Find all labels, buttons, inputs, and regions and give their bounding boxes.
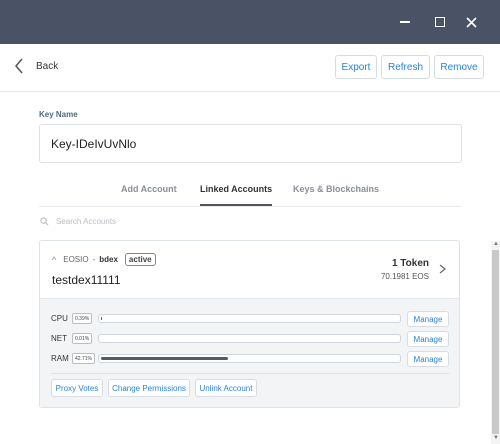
manage-ram-button[interactable]: Manage bbox=[407, 351, 449, 367]
divider bbox=[51, 373, 449, 374]
change-permissions-button[interactable]: Change Permissions bbox=[108, 379, 190, 397]
window-titlebar bbox=[0, 0, 500, 44]
tab-add-account[interactable]: Add Account bbox=[121, 184, 177, 194]
chevron-left-icon bbox=[15, 58, 23, 74]
remove-button[interactable]: Remove bbox=[434, 55, 484, 79]
resource-percent: 0.39% bbox=[72, 313, 93, 324]
resource-fill bbox=[101, 357, 228, 360]
status-badge: active bbox=[124, 253, 156, 266]
account-header[interactable]: ^ EOSIO - bdex active testdex11111 1 Tok… bbox=[40, 241, 459, 298]
resource-bar bbox=[98, 314, 401, 323]
tab-keys-blockchains[interactable]: Keys & Blockchains bbox=[293, 184, 379, 194]
token-count: 1 Token bbox=[391, 258, 429, 269]
linked-account-card: ^ EOSIO - bdex active testdex11111 1 Tok… bbox=[39, 240, 460, 408]
search-input[interactable]: Search Accounts bbox=[40, 217, 116, 226]
minimize-icon[interactable] bbox=[395, 12, 415, 32]
refresh-button[interactable]: Refresh bbox=[381, 55, 430, 79]
resource-row-ram: RAM 42.71% Manage bbox=[51, 351, 451, 367]
blockchain-name: EOSIO bbox=[63, 255, 89, 264]
toolbar: Back Export Refresh Remove bbox=[0, 44, 500, 92]
resource-percent: 0.01% bbox=[72, 333, 93, 344]
back-button[interactable]: Back bbox=[14, 58, 58, 74]
proxy-votes-button[interactable]: Proxy Votes bbox=[51, 379, 103, 397]
scrollbar[interactable]: ▲ ▼ bbox=[491, 241, 500, 444]
account-balance: 70.1981 EOS bbox=[380, 272, 429, 281]
resource-row-cpu: CPU 0.39% Manage bbox=[51, 311, 451, 327]
maximize-icon[interactable] bbox=[430, 12, 450, 32]
scrollbar-thumb[interactable] bbox=[492, 250, 499, 434]
manage-cpu-button[interactable]: Manage bbox=[407, 311, 449, 327]
account-name: testdex11111 bbox=[52, 273, 121, 287]
export-button[interactable]: Export bbox=[335, 55, 377, 79]
manage-net-button[interactable]: Manage bbox=[407, 331, 449, 347]
resource-label: CPU bbox=[51, 314, 68, 323]
resource-label: RAM bbox=[51, 354, 69, 363]
account-chain-info: ^ EOSIO - bdex active bbox=[52, 253, 156, 266]
key-name-label: Key Name bbox=[39, 110, 78, 119]
resource-row-net: NET 0.01% Manage bbox=[51, 331, 451, 347]
chain-separator: - bbox=[92, 255, 96, 264]
permission-name: bdex bbox=[99, 255, 118, 264]
tab-bar: Add Account Linked Accounts Keys & Block… bbox=[39, 176, 462, 207]
key-name-field[interactable]: Key-IDeIvUvNlo bbox=[39, 124, 462, 163]
resource-percent: 42.71% bbox=[72, 353, 95, 364]
account-resources: CPU 0.39% Manage NET 0.01% Manage RAM 42… bbox=[40, 298, 459, 407]
unlink-account-button[interactable]: Unlink Account bbox=[195, 379, 257, 397]
scroll-up-icon[interactable]: ▲ bbox=[493, 241, 499, 247]
close-icon[interactable] bbox=[461, 12, 481, 32]
chevron-up-icon[interactable]: ^ bbox=[52, 255, 56, 265]
tab-linked-accounts[interactable]: Linked Accounts bbox=[200, 184, 272, 194]
resource-bar bbox=[98, 354, 401, 363]
resource-label: NET bbox=[51, 334, 67, 343]
back-label: Back bbox=[36, 60, 59, 72]
resource-bar bbox=[98, 334, 401, 343]
scroll-down-icon[interactable]: ▼ bbox=[493, 435, 499, 441]
chevron-right-icon[interactable] bbox=[439, 264, 446, 274]
search-icon bbox=[40, 217, 49, 226]
resource-fill bbox=[101, 317, 102, 320]
active-tab-indicator bbox=[200, 204, 272, 206]
search-placeholder: Search Accounts bbox=[56, 217, 117, 226]
